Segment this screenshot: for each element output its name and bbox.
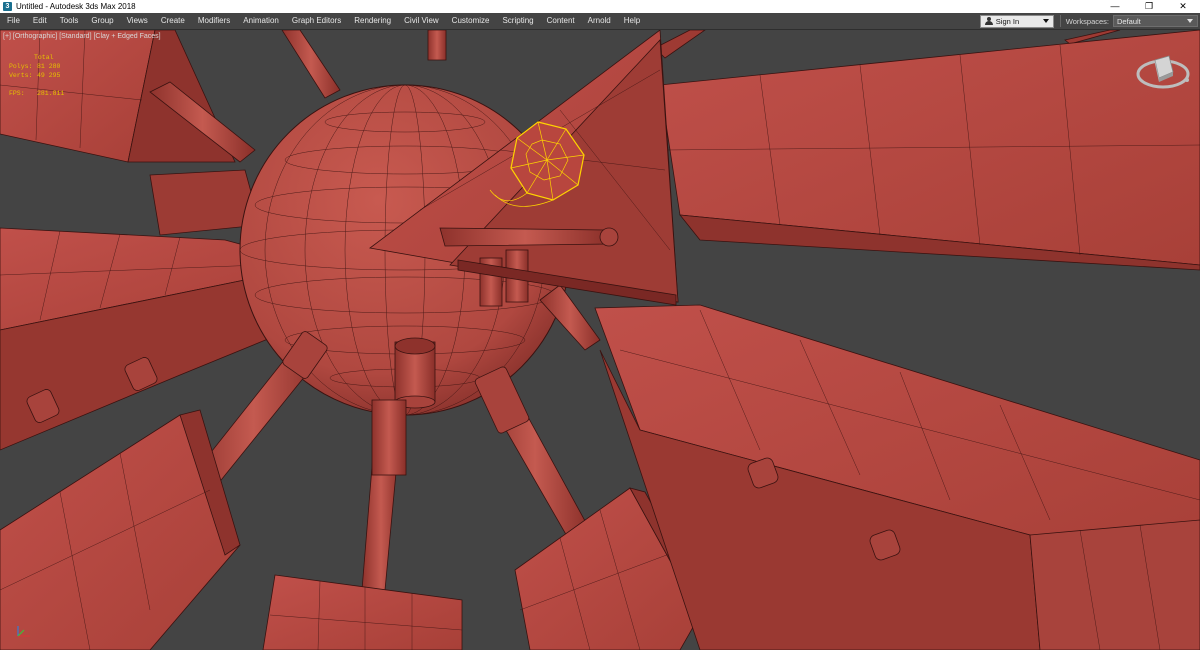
menu-animation[interactable]: Animation (236, 13, 285, 29)
menu-scripting[interactable]: Scripting (495, 13, 539, 29)
menu-help[interactable]: Help (617, 13, 646, 29)
stats-spacer (9, 80, 64, 89)
stats-polys-key: Polys: (9, 63, 33, 70)
menu-create[interactable]: Create (154, 13, 191, 29)
menu-arnold[interactable]: Arnold (581, 13, 617, 29)
viewport-label-menu[interactable]: [+] [Orthographic] [Standard] [Clay + Ed… (3, 33, 161, 40)
app-icon[interactable]: 3 (3, 2, 12, 11)
user-icon (984, 17, 993, 25)
menu-modifiers[interactable]: Modifiers (191, 13, 236, 29)
scene-render[interactable] (0, 30, 1200, 650)
title-bar: 3 Untitled - Autodesk 3ds Max 2018 — ❐ ✕ (0, 0, 1200, 13)
window-title: Untitled - Autodesk 3ds Max 2018 (16, 2, 136, 11)
axis-tripod-icon (17, 626, 30, 637)
stats-fps-key: FPS: (9, 90, 25, 97)
viewcube-icon[interactable] (1135, 50, 1191, 94)
stats-total-label: Total (34, 54, 54, 61)
workspace-divider (1059, 15, 1061, 27)
menu-civil-view[interactable]: Civil View (397, 13, 445, 29)
restore-button[interactable]: ❐ (1132, 0, 1166, 13)
menu-views[interactable]: Views (120, 13, 154, 29)
menu-group[interactable]: Group (84, 13, 119, 29)
menu-graph-editors[interactable]: Graph Editors (285, 13, 347, 29)
stats-verts-key: Verts: (9, 72, 33, 79)
stats-verts-value: 49 295 (37, 72, 61, 79)
minimize-button[interactable]: — (1098, 0, 1132, 13)
viewport-statistics: Total Polys: 81 280 Verts: 49 295 FPS: 2… (9, 53, 64, 98)
menu-edit[interactable]: Edit (26, 13, 53, 29)
workspace-value: Default (1117, 16, 1141, 26)
stats-verts-row: Verts: 49 295 (9, 71, 64, 80)
workspace-select[interactable]: Default (1113, 15, 1198, 27)
menu-content[interactable]: Content (540, 13, 581, 29)
perspective-viewport[interactable]: [+] [Orthographic] [Standard] [Clay + Ed… (0, 30, 1200, 650)
stats-fps-row: FPS: 281.811 (9, 89, 64, 98)
sign-in-label: Sign In (995, 16, 1020, 26)
chevron-down-icon (1187, 19, 1193, 23)
stats-fps-value: 281.811 (37, 90, 65, 97)
workspaces-label: Workspaces: (1065, 16, 1109, 26)
sign-in-dropdown[interactable]: Sign In (979, 14, 1054, 28)
menu-tools[interactable]: Tools (53, 13, 85, 29)
menu-customize[interactable]: Customize (445, 13, 496, 29)
close-button[interactable]: ✕ (1166, 0, 1200, 13)
menu-bar: File Edit Tools Group Views Create Modif… (0, 13, 1200, 30)
menu-file[interactable]: File (0, 13, 26, 29)
stats-polys-value: 81 280 (37, 63, 61, 70)
stats-polys-row: Polys: 81 280 (9, 62, 64, 71)
menu-rendering[interactable]: Rendering (347, 13, 397, 29)
chevron-down-icon (1042, 19, 1049, 23)
